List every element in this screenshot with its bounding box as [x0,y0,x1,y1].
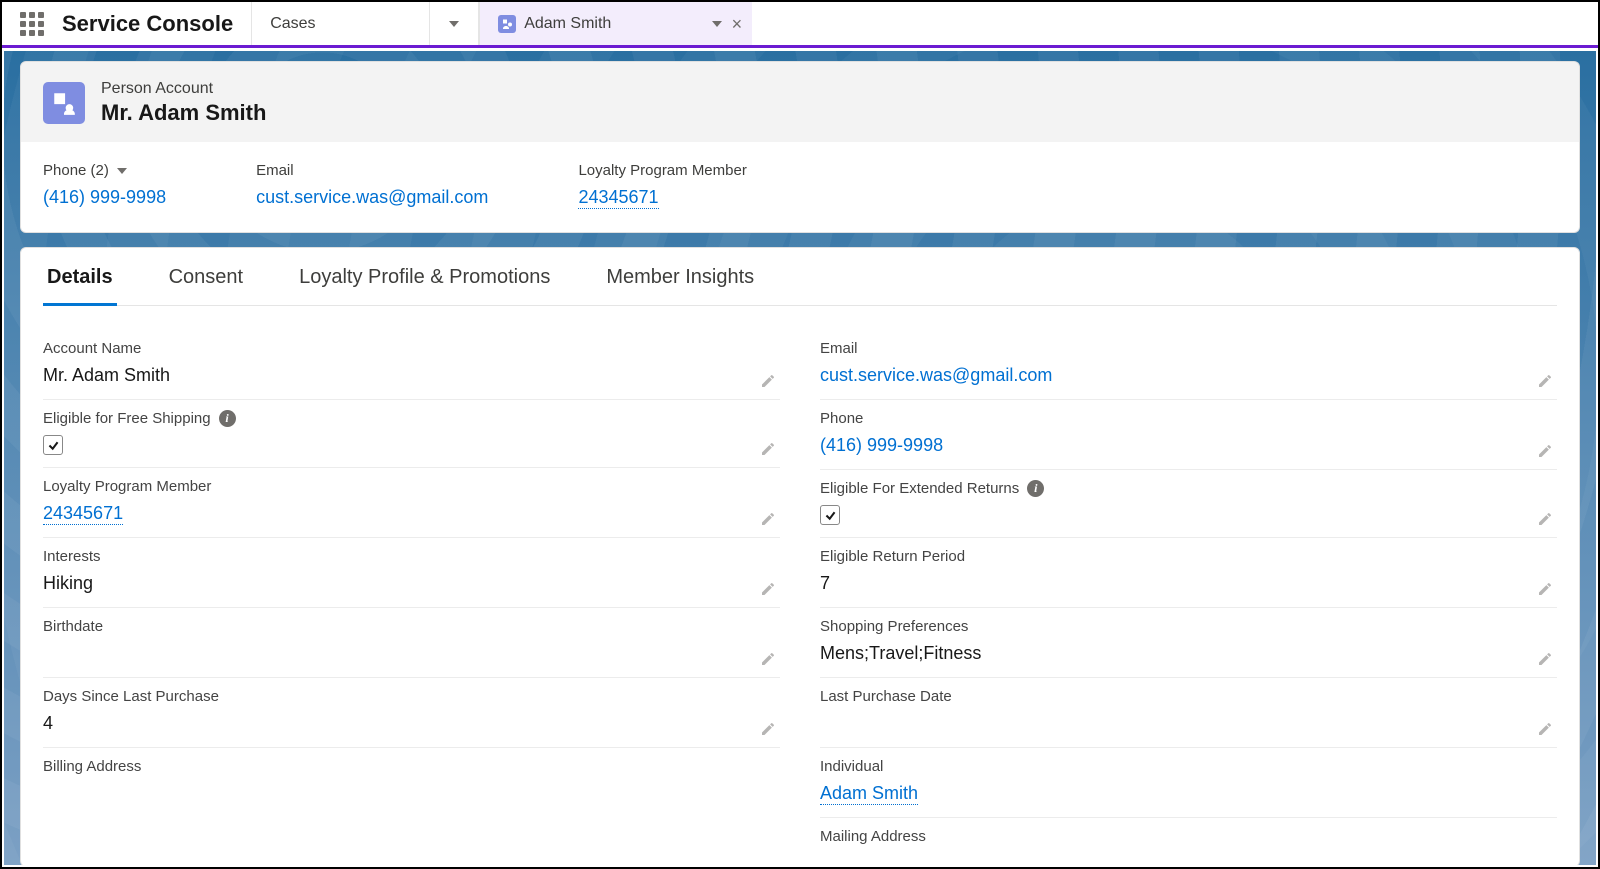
pencil-icon[interactable] [1537,443,1553,459]
pencil-icon[interactable] [1537,651,1553,667]
subtab-adam-smith[interactable]: Adam Smith × [479,2,752,45]
pencil-icon[interactable] [760,373,776,389]
details-right-column: Email cust.service.was@gmail.com Phone (… [820,330,1557,857]
field-label: Phone [820,410,1557,427]
highlight-label: Email [256,162,488,179]
pencil-icon[interactable] [1537,511,1553,527]
info-icon[interactable]: i [1027,480,1044,497]
loyalty-member-link[interactable]: 24345671 [578,187,658,209]
tab-details[interactable]: Details [43,266,117,306]
entity-type-label: Person Account [101,80,266,98]
field-label: Billing Address [43,758,780,775]
field-label: Birthdate [43,618,780,635]
field-label: Shopping Preferences [820,618,1557,635]
highlight-phone: Phone (2) (416) 999-9998 [43,162,166,208]
details-left-column: Account Name Mr. Adam Smith Eligible for… [43,330,780,857]
field-account-name: Account Name Mr. Adam Smith [43,330,780,400]
field-label: Days Since Last Purchase [43,688,780,705]
phone-link[interactable]: (416) 999-9998 [43,187,166,207]
nav-item-label: Cases [270,15,315,33]
field-value: Mr. Adam Smith [43,365,780,387]
top-navigation: Service Console Cases Adam Smith × [2,2,1598,48]
field-value: 4 [43,713,780,735]
field-extended-returns: Eligible For Extended Returns i [820,470,1557,538]
phone-link[interactable]: (416) 999-9998 [820,435,943,455]
field-free-shipping: Eligible for Free Shipping i [43,400,780,468]
person-account-icon [43,82,85,124]
field-label: Email [820,340,1557,357]
field-days-since-purchase: Days Since Last Purchase 4 [43,678,780,748]
field-last-purchase-date: Last Purchase Date [820,678,1557,748]
highlight-loyalty: Loyalty Program Member 24345671 [578,162,746,208]
field-label: Eligible for Free Shipping [43,410,211,427]
field-label: Account Name [43,340,780,357]
chevron-down-icon [449,21,459,27]
record-tabs: Details Consent Loyalty Profile & Promot… [43,248,1557,306]
field-value [820,713,1557,735]
field-shopping-preferences: Shopping Preferences Mens;Travel;Fitness [820,608,1557,678]
pencil-icon[interactable] [1537,581,1553,597]
close-icon[interactable]: × [732,15,743,33]
field-value: Hiking [43,573,780,595]
pencil-icon[interactable] [760,651,776,667]
field-interests: Interests Hiking [43,538,780,608]
field-value: 7 [820,573,1557,595]
person-account-icon [498,15,516,33]
field-label: Individual [820,758,1557,775]
field-individual: Individual Adam Smith [820,748,1557,818]
highlight-label: Loyalty Program Member [578,162,746,179]
pencil-icon[interactable] [760,721,776,737]
field-birthdate: Birthdate [43,608,780,678]
nav-item-dropdown[interactable] [429,2,479,45]
chevron-down-icon[interactable] [712,21,722,27]
field-label: Last Purchase Date [820,688,1557,705]
field-label: Mailing Address [820,828,1557,845]
field-value [43,643,780,665]
checkbox-extended-returns[interactable] [820,505,840,525]
pencil-icon[interactable] [1537,721,1553,737]
field-email: Email cust.service.was@gmail.com [820,330,1557,400]
checkbox-free-shipping[interactable] [43,435,63,455]
subtab-label: Adam Smith [524,15,611,33]
field-label: Eligible Return Period [820,548,1557,565]
info-icon[interactable]: i [219,410,236,427]
field-phone: Phone (416) 999-9998 [820,400,1557,470]
tab-consent[interactable]: Consent [165,266,248,305]
field-value: Mens;Travel;Fitness [820,643,1557,665]
record-title: Mr. Adam Smith [101,100,266,126]
highlight-email: Email cust.service.was@gmail.com [256,162,488,208]
field-loyalty-member: Loyalty Program Member 24345671 [43,468,780,538]
loyalty-member-link[interactable]: 24345671 [43,503,123,525]
chevron-down-icon[interactable] [117,168,127,174]
tab-loyalty[interactable]: Loyalty Profile & Promotions [295,266,554,305]
email-link[interactable]: cust.service.was@gmail.com [256,187,488,207]
email-link[interactable]: cust.service.was@gmail.com [820,365,1052,385]
tab-insights[interactable]: Member Insights [602,266,758,305]
field-mailing-address: Mailing Address [820,818,1557,857]
field-return-period: Eligible Return Period 7 [820,538,1557,608]
pencil-icon[interactable] [760,441,776,457]
field-label: Loyalty Program Member [43,478,780,495]
pencil-icon[interactable] [760,511,776,527]
record-body: Details Consent Loyalty Profile & Promot… [20,247,1580,865]
pencil-icon[interactable] [760,581,776,597]
app-title: Service Console [62,2,251,45]
record-header: Person Account Mr. Adam Smith [20,61,1580,142]
field-billing-address: Billing Address [43,748,780,787]
waffle-icon [20,12,44,36]
pencil-icon[interactable] [1537,373,1553,389]
details-grid: Account Name Mr. Adam Smith Eligible for… [43,306,1557,857]
nav-item-cases[interactable]: Cases [251,2,429,45]
highlight-label: Phone (2) [43,162,109,179]
individual-link[interactable]: Adam Smith [820,783,918,805]
field-label: Interests [43,548,780,565]
highlights-panel: Phone (2) (416) 999-9998 Email cust.serv… [20,142,1580,233]
field-label: Eligible For Extended Returns [820,480,1019,497]
app-launcher-button[interactable] [2,2,62,45]
